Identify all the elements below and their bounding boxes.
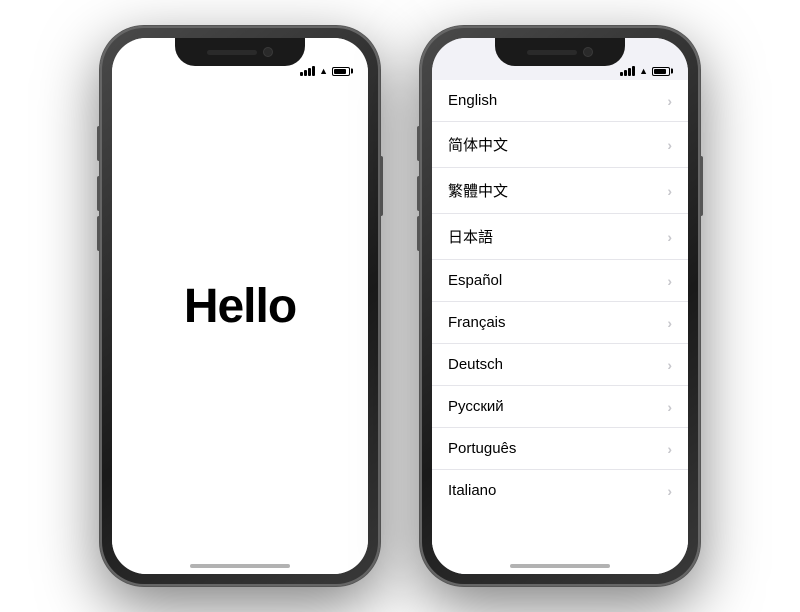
- hello-screen: Hello: [112, 38, 368, 574]
- chevron-simplified-chinese: ›: [667, 137, 672, 153]
- language-name-russian: Русский: [448, 398, 504, 415]
- phone-language: ▲ English›简体中文›繁體中文›日本語›Español›Français…: [420, 26, 700, 586]
- bar1: [300, 72, 303, 76]
- language-item-spanish[interactable]: Español ›: [432, 260, 688, 302]
- notch-hello: [175, 38, 305, 66]
- language-item-simplified-chinese[interactable]: 简体中文 ›: [432, 122, 688, 168]
- bar4: [632, 66, 635, 76]
- speaker-hello: [207, 50, 257, 55]
- language-name-traditional-chinese: 繁體中文: [448, 180, 508, 201]
- chevron-german: ›: [667, 357, 672, 373]
- language-item-italian[interactable]: Italiano ›: [432, 470, 688, 511]
- bar4: [312, 66, 315, 76]
- chevron-traditional-chinese: ›: [667, 183, 672, 199]
- battery-fill-hello: [334, 69, 346, 74]
- camera-hello: [263, 47, 273, 57]
- home-indicator-language: [510, 564, 610, 568]
- language-item-russian[interactable]: Русский ›: [432, 386, 688, 428]
- language-name-english: English: [448, 92, 497, 109]
- language-name-simplified-chinese: 简体中文: [448, 134, 508, 155]
- language-item-english[interactable]: English ›: [432, 80, 688, 122]
- language-screen: English›简体中文›繁體中文›日本語›Español›Français›D…: [432, 38, 688, 574]
- language-name-spanish: Español: [448, 272, 502, 289]
- battery-language: [652, 67, 670, 76]
- signal-hello: [300, 66, 315, 76]
- speaker-language: [527, 50, 577, 55]
- wifi-hello: ▲: [319, 66, 328, 76]
- chevron-italian: ›: [667, 483, 672, 499]
- battery-hello: [332, 67, 350, 76]
- notch-language: [495, 38, 625, 66]
- chevron-japanese: ›: [667, 229, 672, 245]
- bar3: [308, 68, 311, 76]
- language-name-french: Français: [448, 314, 506, 331]
- language-name-italian: Italiano: [448, 482, 496, 499]
- phone-screen-language: ▲ English›简体中文›繁體中文›日本語›Español›Français…: [432, 38, 688, 574]
- chevron-english: ›: [667, 93, 672, 109]
- phone-hello: ▲ Hello: [100, 26, 380, 586]
- hello-text: Hello: [184, 279, 296, 334]
- language-name-german: Deutsch: [448, 356, 503, 373]
- language-item-japanese[interactable]: 日本語 ›: [432, 214, 688, 260]
- signal-language: [620, 66, 635, 76]
- wifi-language: ▲: [639, 66, 648, 76]
- language-item-portuguese[interactable]: Português ›: [432, 428, 688, 470]
- language-list: English›简体中文›繁體中文›日本語›Español›Français›D…: [432, 80, 688, 574]
- language-item-german[interactable]: Deutsch ›: [432, 344, 688, 386]
- camera-language: [583, 47, 593, 57]
- bar1: [620, 72, 623, 76]
- language-name-japanese: 日本語: [448, 226, 493, 247]
- status-icons-language: ▲: [620, 66, 670, 76]
- home-indicator-hello: [190, 564, 290, 568]
- phone-screen-hello: ▲ Hello: [112, 38, 368, 574]
- chevron-portuguese: ›: [667, 441, 672, 457]
- chevron-french: ›: [667, 315, 672, 331]
- language-item-traditional-chinese[interactable]: 繁體中文 ›: [432, 168, 688, 214]
- bar2: [304, 70, 307, 76]
- chevron-spanish: ›: [667, 273, 672, 289]
- chevron-russian: ›: [667, 399, 672, 415]
- language-item-french[interactable]: Français ›: [432, 302, 688, 344]
- language-name-portuguese: Português: [448, 440, 516, 457]
- status-icons-hello: ▲: [300, 66, 350, 76]
- bar3: [628, 68, 631, 76]
- battery-fill-language: [654, 69, 666, 74]
- bar2: [624, 70, 627, 76]
